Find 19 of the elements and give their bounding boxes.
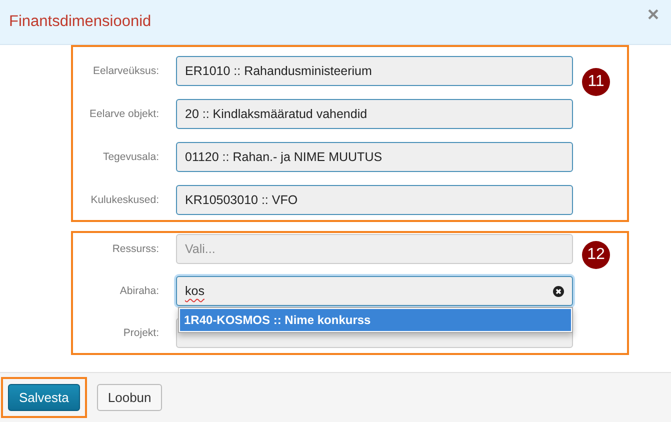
field-label: Abiraha: <box>118 284 159 297</box>
select-field[interactable]: KR10503010 :: VFO <box>176 185 573 215</box>
save-button[interactable]: Salvesta <box>8 384 80 411</box>
number-badge: 12 <box>582 241 610 269</box>
select-field[interactable]: 20 :: Kindlaksmääratud vahendid <box>176 99 573 129</box>
select-field[interactable]: kos <box>176 276 573 306</box>
select-field[interactable]: 01120 :: Rahan.- ja NIME MUUTUS <box>176 142 573 172</box>
number-badge: 11 <box>582 68 610 96</box>
dialog-title: Finantsdimensioonid <box>9 13 152 31</box>
cancel-button[interactable]: Loobun <box>96 384 162 411</box>
select-field[interactable]: ER1010 :: Rahandusministeerium <box>176 56 573 86</box>
field-label: Ressurss: <box>111 242 159 255</box>
field-label: Tegevusala: <box>102 150 159 163</box>
field-label: Kulukeskused: <box>90 193 159 206</box>
dropdown-option[interactable]: 1R40-KOSMOS :: Nime konkurss <box>180 309 571 331</box>
field-label: Eelarve objekt: <box>88 107 159 120</box>
field-label: Projekt: <box>122 326 159 339</box>
clear-icon[interactable] <box>553 286 564 296</box>
field-label: Eelarveüksus: <box>92 64 159 77</box>
